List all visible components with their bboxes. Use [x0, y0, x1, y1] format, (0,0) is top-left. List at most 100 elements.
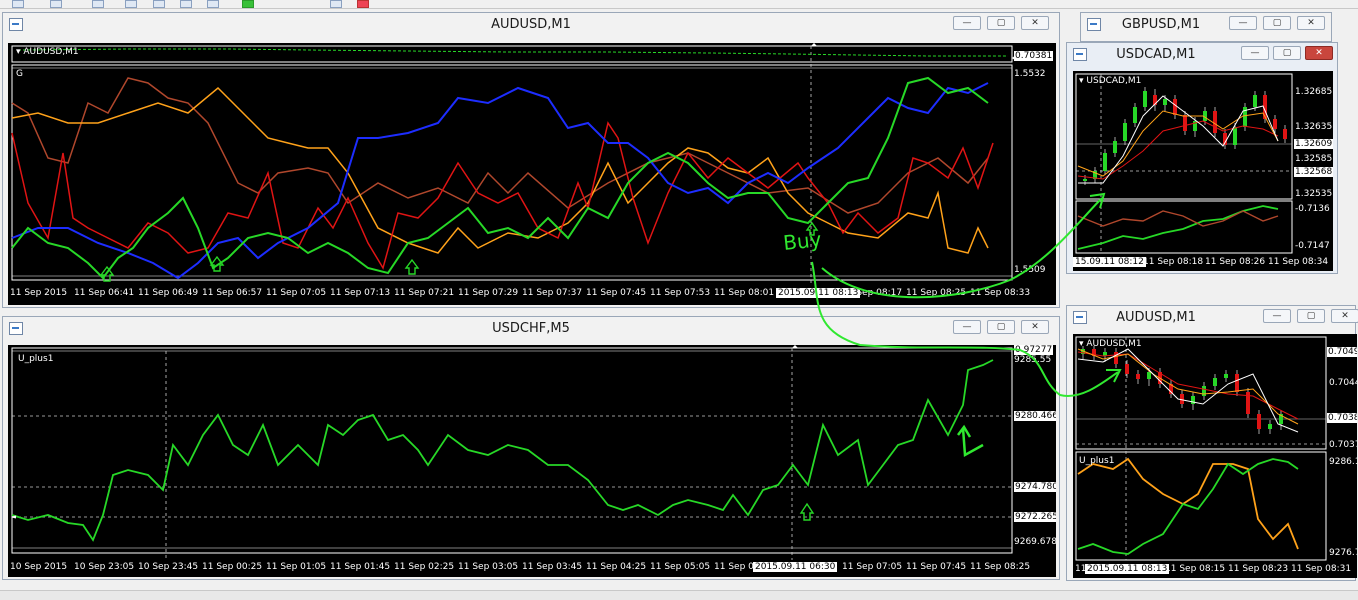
x-axis-label: 11 Sep 04:25: [586, 562, 647, 572]
candle: [1283, 129, 1287, 139]
y-axis-label: 9276.7: [1329, 548, 1357, 558]
window-titlebar[interactable]: USDCHF,M5 — ▢ ✕: [3, 317, 1059, 339]
symbol-label: USDCAD,M1: [1086, 76, 1142, 86]
x-axis-label: 11 Sep 08:15: [1165, 564, 1226, 574]
minimize-button[interactable]: —: [953, 320, 981, 334]
price-label: 0.7038: [1327, 413, 1357, 423]
window-gbpusd-m1[interactable]: GBPUSD,M1 — ▢ ✕: [1080, 12, 1332, 42]
price-label: 1.32568: [1294, 167, 1333, 177]
window-usdchf-m5[interactable]: USDCHF,M5 — ▢ ✕ U_plus1 0.97277 9285.55 …: [2, 316, 1060, 580]
candle: [1268, 424, 1272, 429]
candle: [1125, 364, 1129, 374]
close-button[interactable]: ✕: [1021, 320, 1049, 334]
toolbar-new-order-icon[interactable]: [242, 0, 254, 8]
x-axis-label: 11 Sep 06:57: [202, 288, 263, 298]
toolbar-favorites-icon[interactable]: [153, 0, 165, 8]
window-titlebar[interactable]: AUDUSD,M1 — ▢ ✕: [1067, 306, 1358, 328]
chart-indicator-label: ▾ AUDUSD,M1: [16, 47, 79, 57]
maximize-button[interactable]: ▢: [987, 16, 1015, 30]
y-axis-label: 1.32685: [1295, 87, 1333, 97]
x-axis-label: 11 Sep 07:29: [458, 288, 519, 298]
price-label: 0.70381: [1014, 51, 1054, 61]
maximize-button[interactable]: ▢: [1297, 309, 1325, 323]
x-axis-label: 11 Sep 07:45: [906, 562, 967, 572]
close-button[interactable]: ✕: [1305, 46, 1333, 60]
minimize-button[interactable]: —: [1263, 309, 1291, 323]
close-button[interactable]: ✕: [1297, 16, 1325, 30]
y-axis-label: 9280.466: [1014, 411, 1056, 421]
toolbar-open-icon[interactable]: [50, 0, 62, 8]
x-axis-label: 11 Sep 05:05: [650, 562, 711, 572]
candle: [1147, 372, 1151, 379]
toolbar-stop-icon[interactable]: [357, 0, 369, 8]
y-axis-label: 1.5532: [1014, 69, 1046, 79]
x-axis-label: 11 Sep 07:05: [266, 288, 327, 298]
y-axis-label: 9274.780: [1014, 482, 1056, 492]
candle: [1224, 374, 1228, 378]
y-axis-label: 1.32535: [1295, 189, 1333, 199]
x-axis-label: 11 Sep 02:25: [394, 562, 455, 572]
window-title: GBPUSD,M1: [1121, 17, 1201, 32]
candle: [1191, 396, 1195, 404]
x-axis-label: 11 Sep 08:18: [1143, 257, 1204, 267]
candle: [1253, 95, 1257, 107]
chart-area[interactable]: ▾ USDCAD,M1 1.32685 1.32635 1.32609 1.32…: [1073, 71, 1333, 271]
y-axis-label: 0.7037: [1329, 440, 1357, 450]
x-axis-label: 11 Sep 07:37: [522, 288, 583, 298]
toolbar-terminal-icon[interactable]: [180, 0, 192, 8]
toolbar-profile-icon[interactable]: [92, 0, 104, 8]
maximize-button[interactable]: ▢: [1263, 16, 1291, 30]
candle: [1273, 119, 1277, 129]
window-audusd-m1[interactable]: AUDUSD,M1 — ▢ ✕ ▾ AUDUSD,M1 G 0.70381 1.…: [2, 12, 1060, 308]
candle: [1143, 91, 1147, 107]
y-axis-label: -0.7147: [1295, 241, 1330, 251]
window-titlebar[interactable]: AUDUSD,M1 — ▢ ✕: [3, 13, 1059, 35]
y-axis-label: 1.32585: [1295, 154, 1333, 164]
candle: [1233, 127, 1237, 145]
subwindow-label: U_plus1: [18, 354, 54, 364]
x-axis-label: 11 Sep 01:05: [266, 562, 327, 572]
y-axis-label: 1.5509: [1014, 265, 1046, 275]
maximize-button[interactable]: ▢: [1273, 46, 1301, 60]
crosshair-time-label: 15.09.11 08:12: [1073, 257, 1146, 267]
chart-area[interactable]: ▾ AUDUSD,M1 U_plus1 0.7049 0.7044 0.7038…: [1073, 334, 1357, 578]
x-axis-label: 11 Sep 08:33: [970, 288, 1031, 298]
close-button[interactable]: ✕: [1331, 309, 1358, 323]
window-titlebar[interactable]: USDCAD,M1 — ▢ ✕: [1067, 43, 1337, 65]
candle: [1213, 111, 1217, 133]
price-label: 1.32609: [1294, 139, 1333, 149]
minimize-button[interactable]: —: [1229, 16, 1257, 30]
window-audusd-m1-small[interactable]: AUDUSD,M1 — ▢ ✕ ▾ AUDUSD,M1 U_plus1 0.70…: [1066, 305, 1358, 581]
x-axis-label: 11 Sep 06:41: [74, 288, 135, 298]
usdcad-candles: [1083, 87, 1287, 185]
x-axis-label: 11 Sep 08:25: [970, 562, 1031, 572]
window-title: AUDUSD,M1: [491, 17, 571, 32]
candle: [1213, 378, 1217, 386]
candle: [1136, 374, 1140, 379]
window-usdcad-m1[interactable]: USDCAD,M1 — ▢ ✕ ▾ USDCAD,M1 1.32685 1.32…: [1066, 42, 1338, 274]
x-axis-label: 10 Sep 23:05: [74, 562, 135, 572]
candle: [1133, 107, 1137, 123]
x-axis-label: 10 Sep 2015: [10, 562, 68, 572]
toolbar-experts-icon[interactable]: [330, 0, 342, 8]
x-axis-label: 11 Sep 08:31: [1291, 564, 1352, 574]
window-titlebar[interactable]: GBPUSD,M1 — ▢ ✕: [1081, 13, 1331, 35]
y-axis-label: 9269.678: [1014, 537, 1056, 547]
toolbar-tester-icon[interactable]: [207, 0, 219, 8]
toolbar-navigator-icon[interactable]: [125, 0, 137, 8]
minimize-button[interactable]: —: [953, 16, 981, 30]
x-axis-label: 11 Sep 07:21: [394, 288, 455, 298]
crosshair-time-label: 2015.09.11 08:13: [776, 288, 861, 298]
usdchf-svg: [11, 345, 1013, 560]
window-title: AUDUSD,M1: [1116, 310, 1196, 325]
y-axis-label: 9272.265: [1014, 512, 1056, 522]
x-axis-label: 11 Sep 07:05: [842, 562, 903, 572]
toolbar-new-icon[interactable]: [12, 0, 24, 8]
maximize-button[interactable]: ▢: [987, 320, 1015, 334]
chart-area[interactable]: ▾ AUDUSD,M1 G 0.70381 1.5532 1.5509 11 S…: [8, 43, 1056, 305]
minimize-button[interactable]: —: [1241, 46, 1269, 60]
close-button[interactable]: ✕: [1021, 16, 1049, 30]
x-axis-label: 11 Sep 08:01: [714, 288, 775, 298]
toolbar: [0, 0, 1358, 9]
chart-area[interactable]: U_plus1 0.97277 9285.55 9280.466 9274.78…: [8, 345, 1056, 577]
